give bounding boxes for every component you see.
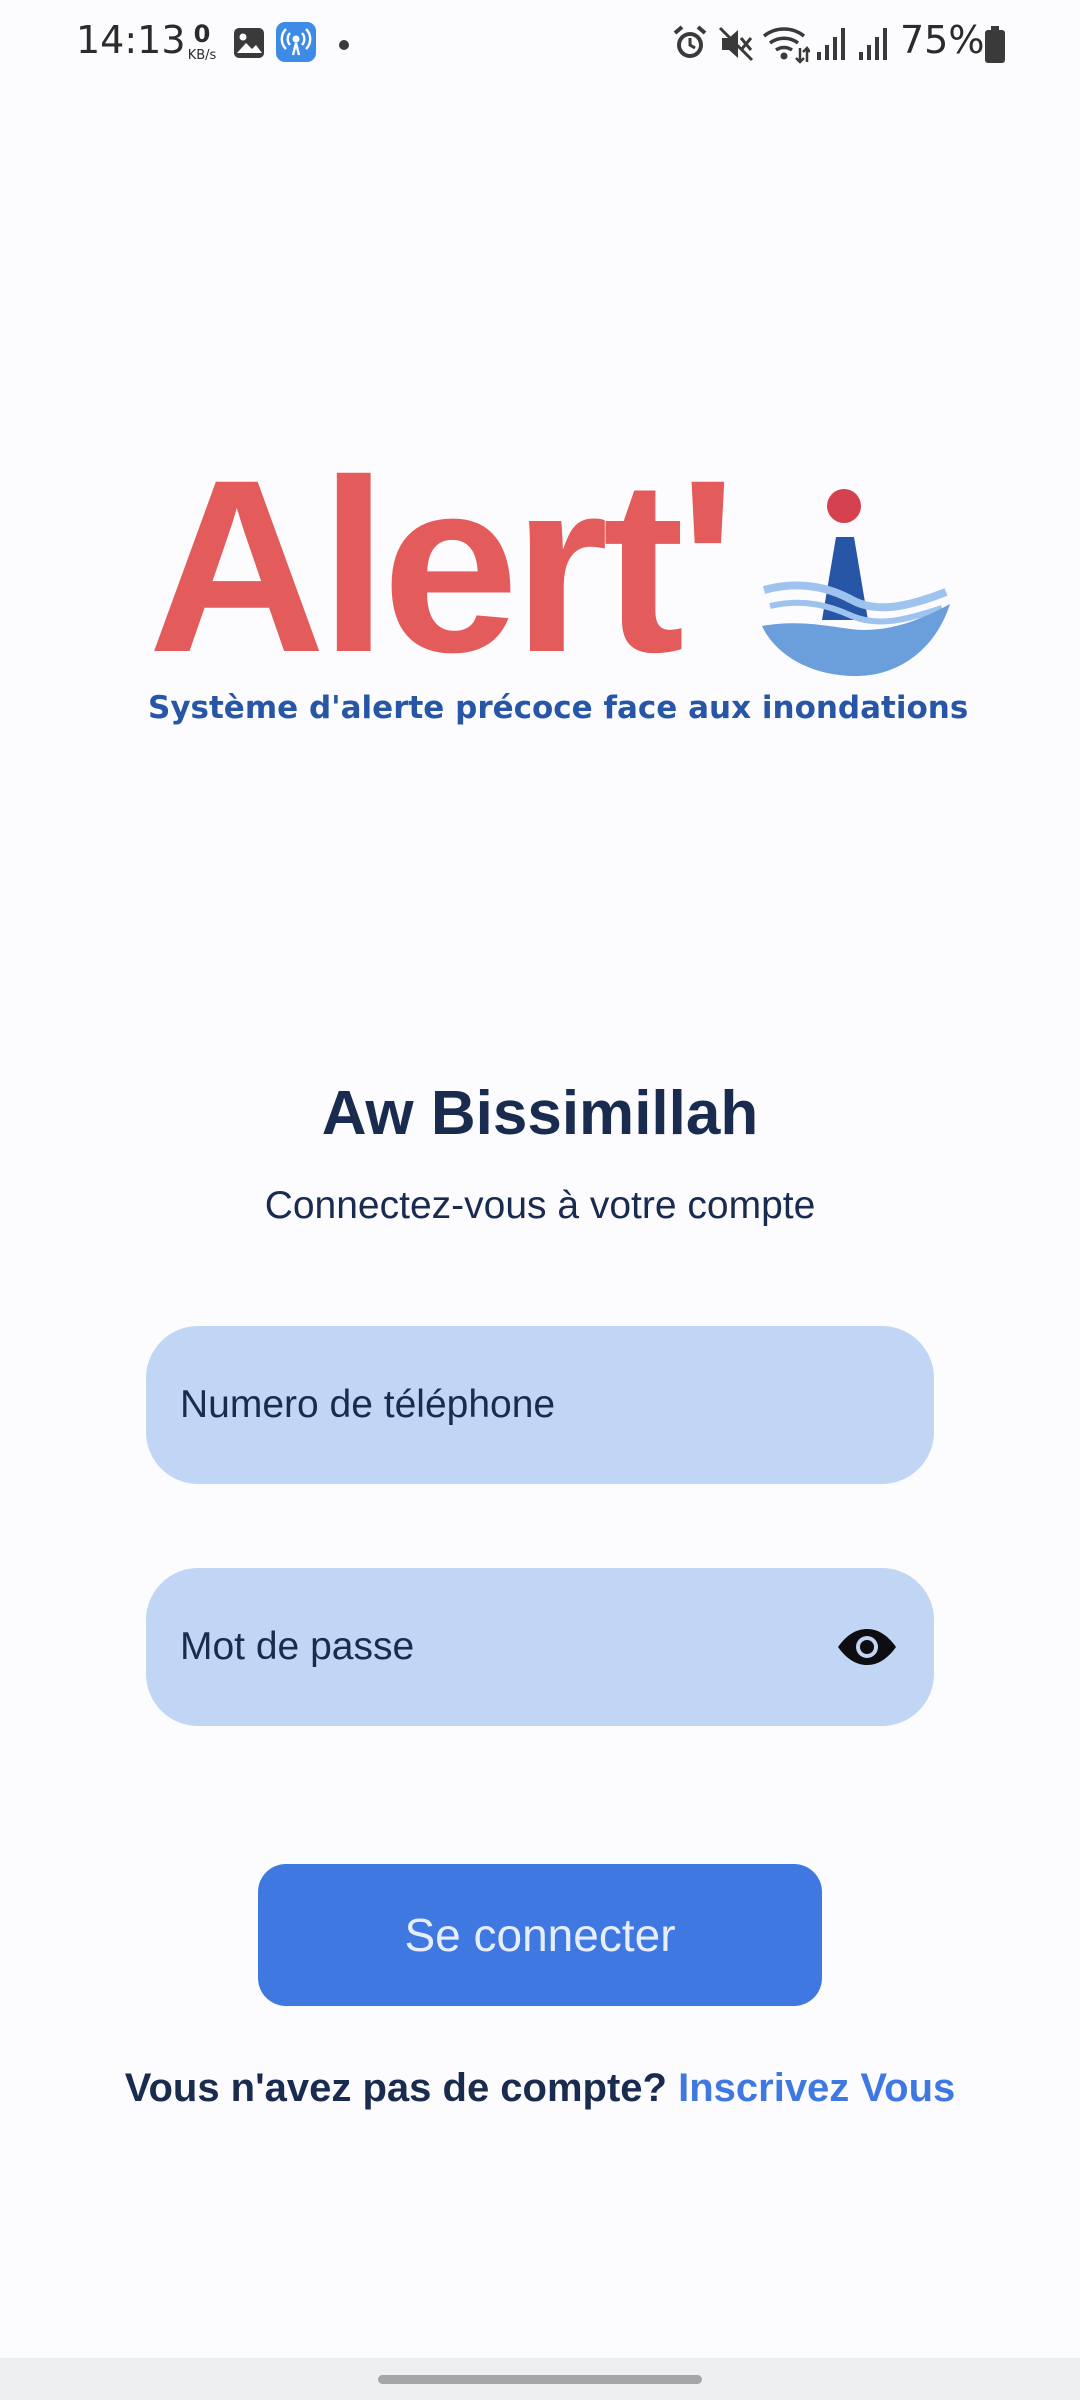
image-icon <box>232 26 266 65</box>
network-speed: 0 KB/s <box>182 22 222 62</box>
signup-link[interactable]: Inscrivez Vous <box>678 2066 955 2110</box>
signup-row: Vous n'avez pas de compte? Inscrivez Vou… <box>0 2066 1080 2111</box>
notification-dot-icon <box>338 38 350 56</box>
network-speed-unit: KB/s <box>187 48 217 63</box>
signup-prompt: Vous n'avez pas de compte? <box>124 2066 679 2110</box>
status-bar: 14:13 0 KB/s 75% <box>0 0 1080 90</box>
password-field-container <box>146 1568 934 1726</box>
mute-icon <box>718 26 754 67</box>
page-title: Aw Bissimillah <box>321 1079 759 1148</box>
eye-icon[interactable] <box>834 1616 900 1678</box>
hotspot-icon <box>276 22 316 67</box>
phone-field-container <box>146 1326 934 1484</box>
app-logo: Alert' <box>148 444 950 690</box>
wifi-icon <box>762 24 811 69</box>
network-speed-value: 0 <box>193 20 211 48</box>
login-button[interactable]: Se connecter <box>258 1864 822 2006</box>
navigation-bar <box>0 2358 1080 2400</box>
buoy-wave-icon <box>760 480 952 685</box>
battery-icon <box>984 26 1006 69</box>
logo-wordmark: Alert' <box>148 429 737 704</box>
signal-icon <box>816 26 848 67</box>
signal-icon <box>858 26 890 67</box>
battery-percent: 75% <box>900 18 985 62</box>
phone-input[interactable] <box>180 1326 860 1484</box>
password-input[interactable] <box>180 1568 860 1726</box>
alarm-icon <box>672 24 708 67</box>
logo-tagline: Système d'alerte précoce face aux inonda… <box>148 690 969 726</box>
page-subtitle: Connectez-vous à votre compte <box>264 1184 816 1227</box>
status-time: 14:13 <box>76 18 186 62</box>
home-indicator[interactable] <box>378 2375 702 2384</box>
